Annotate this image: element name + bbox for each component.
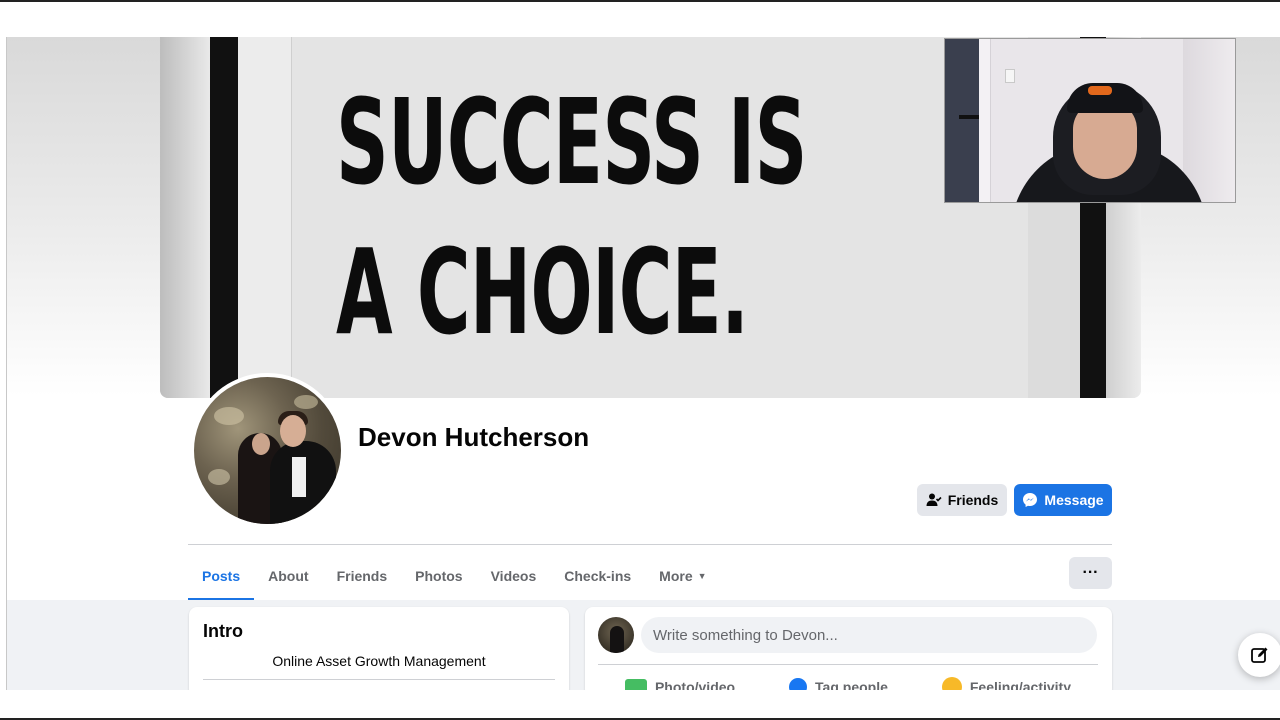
avatar-shirt xyxy=(292,457,306,497)
tab-label: Check-ins xyxy=(564,568,632,584)
webcam-door-handle xyxy=(959,115,979,119)
friends-button-label: Friends xyxy=(947,492,999,508)
avatar-person-left-face xyxy=(252,433,270,455)
profile-avatar[interactable] xyxy=(190,373,345,528)
composer-placeholder: Write something to Devon... xyxy=(653,626,838,644)
webcam-wall xyxy=(1183,39,1235,202)
cover-quote: SUCCESS IS A CHOICE. xyxy=(336,67,807,367)
profile-tabs: Posts About Friends Photos Videos Check-… xyxy=(188,552,721,601)
webcam-door xyxy=(945,39,979,202)
top-bar xyxy=(0,0,1280,37)
tab-label: Videos xyxy=(490,568,537,584)
bottom-bar xyxy=(0,690,1280,720)
more-options-icon: ··· xyxy=(1082,564,1099,581)
composer-input[interactable]: Write something to Devon... xyxy=(641,617,1097,653)
more-options-button[interactable]: ··· xyxy=(1069,557,1112,589)
webcam-cap-logo xyxy=(1088,86,1112,95)
composer-avatar xyxy=(598,617,634,653)
screen: SUCCESS IS A CHOICE. Devon Hutcherson Fr… xyxy=(0,0,1280,720)
intro-title: Intro xyxy=(203,621,243,641)
tab-about[interactable]: About xyxy=(254,552,322,600)
avatar-bg-detail xyxy=(214,407,244,425)
avatar-bg-detail xyxy=(294,395,318,409)
compose-icon xyxy=(1251,647,1268,663)
avatar-bg-detail xyxy=(208,469,230,485)
new-message-button[interactable] xyxy=(1238,633,1280,677)
left-border xyxy=(6,37,7,690)
avatar-person-right-face xyxy=(280,415,306,447)
tab-label: About xyxy=(268,568,309,584)
composer-divider xyxy=(598,664,1098,665)
tab-posts[interactable]: Posts xyxy=(188,552,255,601)
caret-down-icon: ▼ xyxy=(697,571,707,581)
cover-panel-left xyxy=(238,37,292,398)
intro-card: Intro Online Asset Growth Management xyxy=(189,607,569,697)
webcam-overlay xyxy=(944,38,1236,203)
webcam-door-frame xyxy=(979,39,991,202)
friend-check-icon xyxy=(926,493,942,506)
tab-label: More xyxy=(659,568,693,584)
tab-label: Posts xyxy=(202,568,241,584)
tab-more[interactable]: More ▼ xyxy=(645,552,720,600)
friends-button[interactable]: Friends xyxy=(917,484,1007,516)
webcam-light-switch xyxy=(1005,69,1015,83)
messenger-icon xyxy=(1023,493,1038,507)
tab-videos[interactable]: Videos xyxy=(477,552,551,600)
message-button-label: Message xyxy=(1044,492,1104,508)
intro-divider xyxy=(203,679,555,680)
header-divider xyxy=(188,544,1112,545)
tab-label: Friends xyxy=(336,568,388,584)
tab-photos[interactable]: Photos xyxy=(401,552,476,600)
message-button[interactable]: Message xyxy=(1014,484,1112,516)
tab-friends[interactable]: Friends xyxy=(323,552,402,600)
profile-name: Devon Hutcherson xyxy=(358,422,590,452)
tab-label: Photos xyxy=(415,568,463,584)
composer-avatar-figure xyxy=(610,626,624,653)
tab-check-ins[interactable]: Check-ins xyxy=(550,552,645,600)
intro-bio: Online Asset Growth Management xyxy=(272,653,486,669)
cover-frame-left xyxy=(210,37,238,398)
cover-quote-line2: A CHOICE. xyxy=(336,223,749,361)
cover-quote-line1: SUCCESS IS xyxy=(336,73,807,211)
cover-shade-left xyxy=(160,37,210,398)
post-composer: Write something to Devon... Photo/video … xyxy=(585,607,1112,697)
